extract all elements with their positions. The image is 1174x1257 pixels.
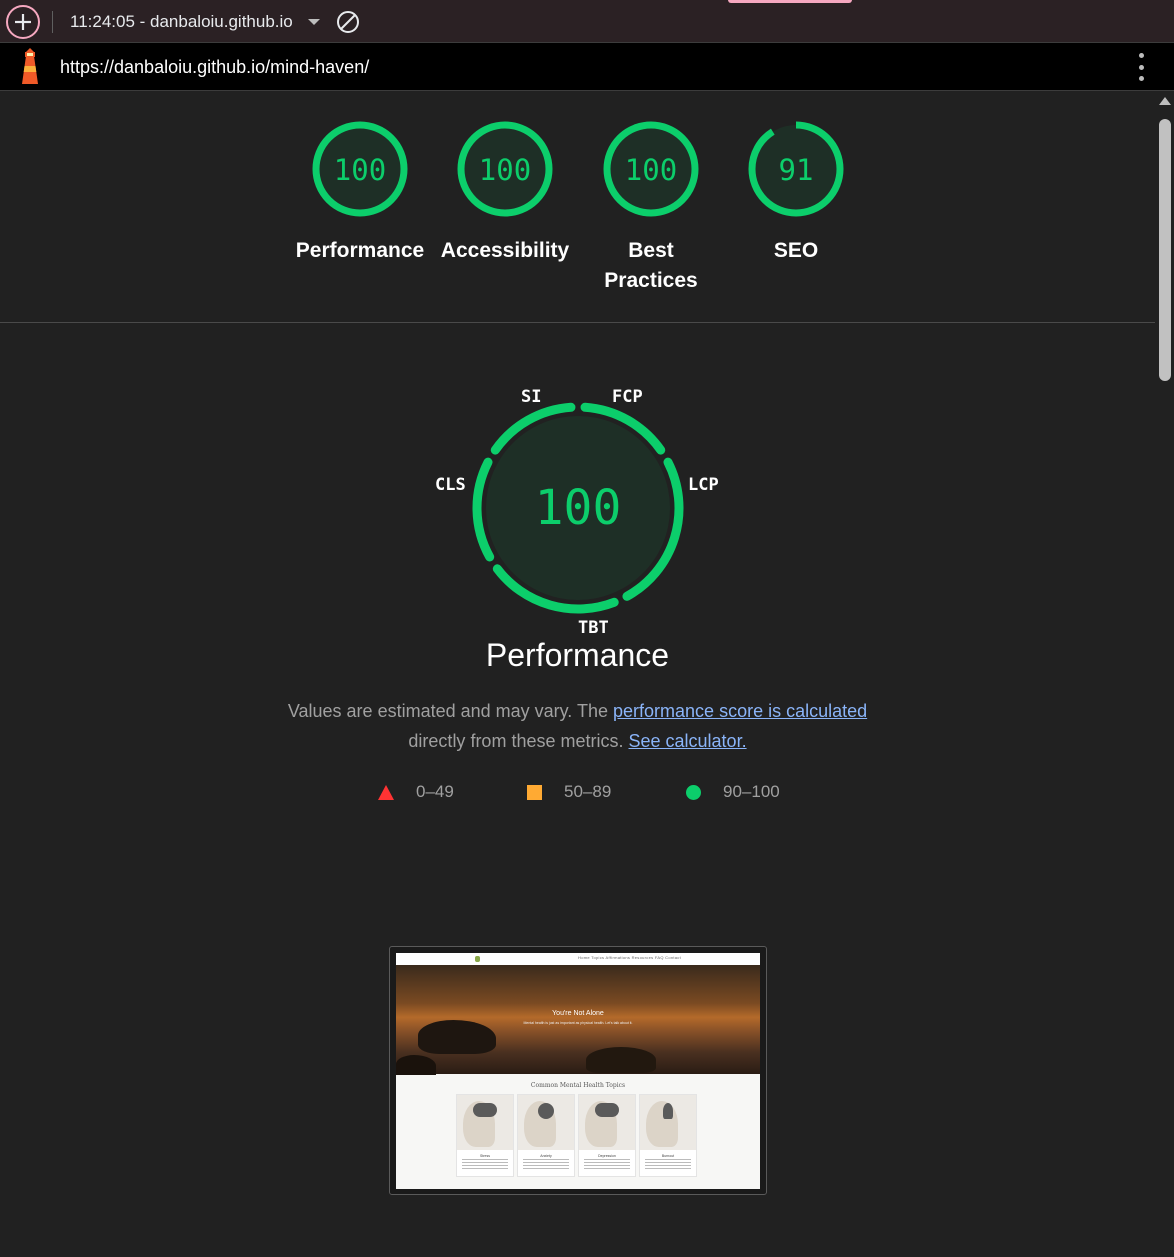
metric-label-lcp[interactable]: LCP bbox=[688, 475, 719, 495]
spiral-icon bbox=[538, 1103, 554, 1119]
preview-nav-links: Home Topics Affirmations Resources FAQ C… bbox=[578, 955, 682, 960]
devtools-toolbar: 11:24:05 - danbaloiu.github.io bbox=[0, 0, 1174, 43]
leaf-icon bbox=[475, 956, 480, 962]
preview-hero-title: You're Not Alone bbox=[552, 1010, 604, 1017]
new-report-button[interactable] bbox=[6, 5, 40, 39]
rock-shape bbox=[418, 1020, 496, 1054]
rain-cloud-icon bbox=[595, 1103, 619, 1117]
scroll-up-icon[interactable] bbox=[1159, 97, 1171, 105]
plus-icon bbox=[15, 14, 31, 30]
metric-label-si[interactable]: SI bbox=[521, 387, 541, 407]
preview-hero: You're Not Alone Mental health is just a… bbox=[396, 965, 760, 1075]
description-text-2: directly from these metrics. bbox=[408, 731, 624, 751]
legend-average-label: 50–89 bbox=[564, 782, 612, 801]
legend-fail-label: 0–49 bbox=[416, 782, 454, 801]
category-label: Best Practices bbox=[604, 239, 698, 292]
metric-label-cls[interactable]: CLS bbox=[435, 475, 466, 495]
active-indicator bbox=[728, 0, 852, 3]
metric-label-tbt[interactable]: TBT bbox=[578, 618, 609, 638]
performance-score: 100 bbox=[535, 480, 622, 536]
triangle-icon bbox=[378, 784, 394, 800]
scrollbar[interactable] bbox=[1155, 91, 1174, 1257]
preview-card: Stress bbox=[456, 1094, 514, 1177]
category-score: 91 bbox=[779, 153, 814, 187]
category-label: Performance bbox=[295, 239, 425, 262]
lighthouse-icon bbox=[22, 48, 38, 84]
rock-shape bbox=[396, 1055, 436, 1075]
circle-icon bbox=[686, 784, 701, 800]
category-label: Accessibility bbox=[440, 239, 570, 262]
no-entry-icon[interactable] bbox=[336, 10, 360, 34]
preview-nav: Home Topics Affirmations Resources FAQ C… bbox=[396, 953, 760, 965]
toolbar-separator bbox=[52, 11, 53, 33]
report-url-bar: https://danbaloiu.github.io/mind-haven/ bbox=[0, 43, 1174, 91]
performance-description: Values are estimated and may vary. The p… bbox=[0, 696, 1155, 756]
preview-hero-subtitle: Mental health is just as important as ph… bbox=[523, 1021, 633, 1025]
preview-card: Depression bbox=[578, 1094, 636, 1177]
gauge-performance[interactable]: 100 Performance bbox=[290, 120, 430, 266]
rock-shape bbox=[586, 1047, 656, 1073]
preview-card-title: Anxiety bbox=[540, 1154, 552, 1158]
preview-card-title: Stress bbox=[480, 1154, 490, 1158]
legend-pass: 90–100 bbox=[686, 782, 780, 802]
gauge-best-practices[interactable]: 100 Best Practices bbox=[581, 120, 721, 296]
see-calculator-link[interactable]: See calculator. bbox=[629, 731, 747, 751]
performance-title: Performance bbox=[485, 637, 670, 673]
description-text: Values are estimated and may vary. The bbox=[287, 701, 614, 721]
score-ring: 100 bbox=[312, 121, 408, 217]
score-ring: 91 bbox=[748, 121, 844, 217]
preview-card-title: Burnout bbox=[661, 1154, 675, 1158]
gauge-seo[interactable]: 91 SEO bbox=[726, 120, 866, 266]
page-preview: Home Topics Affirmations Resources FAQ C… bbox=[396, 953, 760, 1189]
square-icon bbox=[527, 784, 542, 800]
legend-pass-label: 90–100 bbox=[723, 782, 780, 801]
kebab-menu-icon[interactable] bbox=[1134, 53, 1148, 81]
category-score: 100 bbox=[334, 153, 386, 187]
storm-cloud-icon bbox=[473, 1103, 497, 1117]
metric-label-fcp[interactable]: FCP bbox=[612, 387, 643, 407]
legend-fail: 0–49 bbox=[378, 782, 454, 802]
lightbulb-icon bbox=[663, 1103, 673, 1119]
report-selector[interactable]: 11:24:05 - danbaloiu.github.io bbox=[70, 11, 320, 33]
preview-section-heading: Common Mental Health Topics bbox=[530, 1082, 626, 1089]
score-calculated-link[interactable]: performance score is calculated bbox=[613, 701, 867, 721]
report-selector-label: 11:24:05 - danbaloiu.github.io bbox=[70, 12, 293, 31]
gauge-accessibility[interactable]: 100 Accessibility bbox=[435, 120, 575, 266]
category-label: SEO bbox=[773, 239, 819, 262]
category-score: 100 bbox=[625, 153, 677, 187]
section-divider bbox=[0, 322, 1155, 323]
preview-card: Anxiety bbox=[517, 1094, 575, 1177]
report-url[interactable]: https://danbaloiu.github.io/mind-haven/ bbox=[60, 57, 369, 78]
preview-card: Burnout bbox=[639, 1094, 697, 1177]
performance-metrics-gauge: 100 bbox=[472, 402, 684, 614]
category-score: 100 bbox=[479, 153, 531, 187]
score-ring: 100 bbox=[603, 121, 699, 217]
preview-card-title: Depression bbox=[598, 1154, 616, 1158]
score-ring: 100 bbox=[457, 121, 553, 217]
final-screenshot[interactable]: Home Topics Affirmations Resources FAQ C… bbox=[389, 946, 767, 1195]
legend-average: 50–89 bbox=[527, 782, 611, 802]
scroll-thumb[interactable] bbox=[1159, 119, 1171, 381]
chevron-down-icon bbox=[308, 19, 320, 25]
